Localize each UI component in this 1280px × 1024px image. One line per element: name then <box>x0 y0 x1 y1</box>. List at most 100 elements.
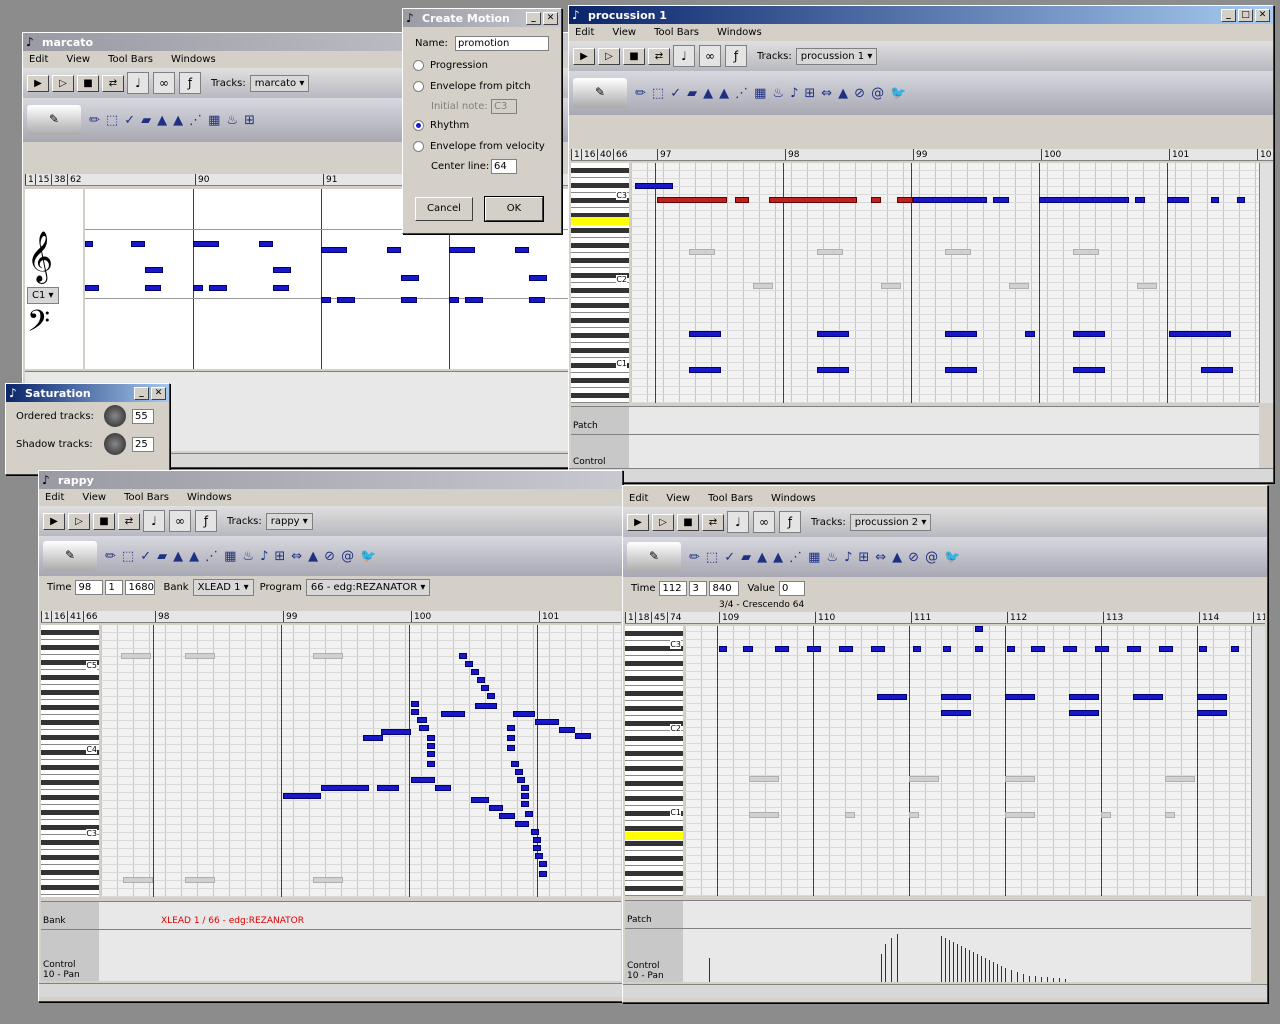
brush-icon[interactable]: ✓ <box>124 113 135 128</box>
tracks-dropdown[interactable]: procussion 1 ▾ <box>795 47 878 65</box>
tracks-dropdown[interactable]: procussion 2 ▾ <box>849 513 932 531</box>
value-field[interactable]: 0 <box>778 580 805 596</box>
function-icon[interactable]: ƒ <box>195 510 217 532</box>
procussion1-titlebar[interactable]: ♪ procussion 1 _ □ ✕ <box>569 6 1273 24</box>
link-icon[interactable]: ∞ <box>153 72 175 94</box>
menu-toolbars[interactable]: Tool Bars <box>108 54 153 65</box>
rappy-ruler[interactable]: 1 16 41 66 98 99 100 101 <box>41 611 621 623</box>
center-line-input[interactable]: 64 <box>491 158 517 174</box>
mute-icon[interactable]: ⊘ <box>854 86 865 101</box>
triangle-icon[interactable]: ▲ <box>892 550 902 565</box>
pencil-icon[interactable]: ✏ <box>635 86 646 101</box>
procussion2-hscroll[interactable] <box>623 984 1267 998</box>
stop-button[interactable]: ■ <box>623 47 645 65</box>
spiral-icon[interactable]: @ <box>925 550 938 565</box>
bird-icon[interactable]: 🐦 <box>890 86 906 101</box>
option-envelope-pitch[interactable]: Envelope from pitch <box>403 76 561 97</box>
minimize-button[interactable]: _ <box>526 11 541 25</box>
maximize-button[interactable]: □ <box>1238 8 1253 22</box>
note-tool-icon[interactable]: ♪ <box>844 550 852 565</box>
time-bar-field[interactable]: 98 <box>75 579 104 595</box>
eraser-icon[interactable]: ▰ <box>141 113 151 128</box>
metronome-icon[interactable]: ♩ <box>127 72 149 94</box>
grid-icon[interactable]: ▦ <box>224 549 236 564</box>
grid-icon[interactable]: ▦ <box>808 550 820 565</box>
time-beat-field[interactable]: 1 <box>105 579 124 595</box>
length-icon[interactable]: ⇔ <box>821 86 832 101</box>
pencil-icon[interactable]: ✏ <box>105 549 116 564</box>
mute-icon[interactable]: ⊘ <box>324 549 335 564</box>
close-button[interactable]: ✕ <box>151 386 166 400</box>
quantize-icon[interactable]: ⊞ <box>244 113 255 128</box>
eraser-icon[interactable]: ▰ <box>687 86 697 101</box>
menu-view[interactable]: View <box>666 493 690 504</box>
menu-edit[interactable]: Edit <box>575 27 594 38</box>
brush-icon[interactable]: ✓ <box>724 550 735 565</box>
rappy-hscroll[interactable] <box>39 983 622 997</box>
minimize-button[interactable]: _ <box>134 386 149 400</box>
metronome-icon[interactable]: ♩ <box>727 511 749 533</box>
bird-icon[interactable]: 🐦 <box>944 550 960 565</box>
option-envelope-velocity[interactable]: Envelope from velocity <box>403 136 561 157</box>
procussion1-keyboard[interactable]: C3 C2 C1 <box>571 163 629 403</box>
ok-button[interactable]: OK <box>484 196 544 222</box>
menu-view[interactable]: View <box>66 54 90 65</box>
stack-icon[interactable]: ▲ <box>173 549 183 564</box>
hotbeat-icon[interactable]: ♨ <box>772 86 784 101</box>
procussion1-control-lane[interactable]: Control <box>571 434 1259 468</box>
tracks-dropdown[interactable]: marcato ▾ <box>249 74 310 92</box>
select-icon[interactable]: ⬚ <box>122 549 134 564</box>
clef-dropdown[interactable]: C1 ▾ <box>27 287 59 304</box>
hotbeat-icon[interactable]: ♨ <box>226 113 238 128</box>
bird-icon[interactable]: 🐦 <box>360 549 376 564</box>
palette-icon[interactable]: ✎ <box>573 78 627 108</box>
link-icon[interactable]: ∞ <box>699 45 721 67</box>
option-progression[interactable]: Progression <box>403 55 561 76</box>
procussion1-note-grid[interactable] <box>631 163 1259 403</box>
stack2-icon[interactable]: ▲ <box>773 550 783 565</box>
procussion2-patch-lane[interactable]: Patch <box>625 900 1251 928</box>
ordered-tracks-value[interactable]: 55 <box>132 408 154 424</box>
pencil-icon[interactable]: ✏ <box>89 113 100 128</box>
marker-text[interactable]: 3/4 - Crescendo 64 <box>719 600 804 610</box>
line-icon[interactable]: ⋰ <box>205 549 218 564</box>
stack-icon[interactable]: ▲ <box>157 113 167 128</box>
spiral-icon[interactable]: @ <box>341 549 354 564</box>
select-icon[interactable]: ⬚ <box>652 86 664 101</box>
eraser-icon[interactable]: ▰ <box>741 550 751 565</box>
function-icon[interactable]: ƒ <box>779 511 801 533</box>
cancel-button[interactable]: Cancel <box>415 197 473 221</box>
play-from-button[interactable]: ▷ <box>598 47 620 65</box>
triangle-icon[interactable]: ▲ <box>308 549 318 564</box>
tracks-dropdown[interactable]: rappy ▾ <box>265 512 313 530</box>
name-input[interactable]: promotion <box>455 35 549 51</box>
menu-edit[interactable]: Edit <box>29 54 48 65</box>
grid-icon[interactable]: ▦ <box>208 113 220 128</box>
procussion1-hscroll[interactable] <box>569 468 1273 482</box>
shadow-tracks-value[interactable]: 25 <box>132 436 154 452</box>
time-tick-field[interactable]: 840 <box>709 580 740 596</box>
bank-event-text[interactable]: XLEAD 1 / 66 - edg:REZANATOR <box>161 916 304 926</box>
radio-rhythm[interactable] <box>413 120 424 131</box>
metronome-icon[interactable]: ♩ <box>673 45 695 67</box>
select-icon[interactable]: ⬚ <box>106 113 118 128</box>
eraser-icon[interactable]: ▰ <box>157 549 167 564</box>
radio-envelope-velocity[interactable] <box>413 141 424 152</box>
initial-note-input[interactable]: C3 <box>491 98 517 114</box>
line-icon[interactable]: ⋰ <box>789 550 802 565</box>
bank-dropdown[interactable]: XLEAD 1 ▾ <box>192 578 254 596</box>
stack2-icon[interactable]: ▲ <box>719 86 729 101</box>
palette-icon[interactable]: ✎ <box>43 541 97 571</box>
palette-icon[interactable]: ✎ <box>627 542 681 572</box>
procussion1-vscroll[interactable] <box>1259 163 1273 403</box>
time-beat-field[interactable]: 3 <box>689 580 708 596</box>
hotbeat-icon[interactable]: ♨ <box>826 550 838 565</box>
saturation-titlebar[interactable]: ♪ Saturation _ ✕ <box>6 384 169 402</box>
menu-view[interactable]: View <box>82 492 106 503</box>
loop-button[interactable]: ⇄ <box>118 512 140 530</box>
menu-edit[interactable]: Edit <box>629 493 648 504</box>
close-button[interactable]: ✕ <box>1255 8 1270 22</box>
brush-icon[interactable]: ✓ <box>140 549 151 564</box>
link-icon[interactable]: ∞ <box>753 511 775 533</box>
program-dropdown[interactable]: 66 - edg:REZANATOR ▾ <box>305 578 431 596</box>
